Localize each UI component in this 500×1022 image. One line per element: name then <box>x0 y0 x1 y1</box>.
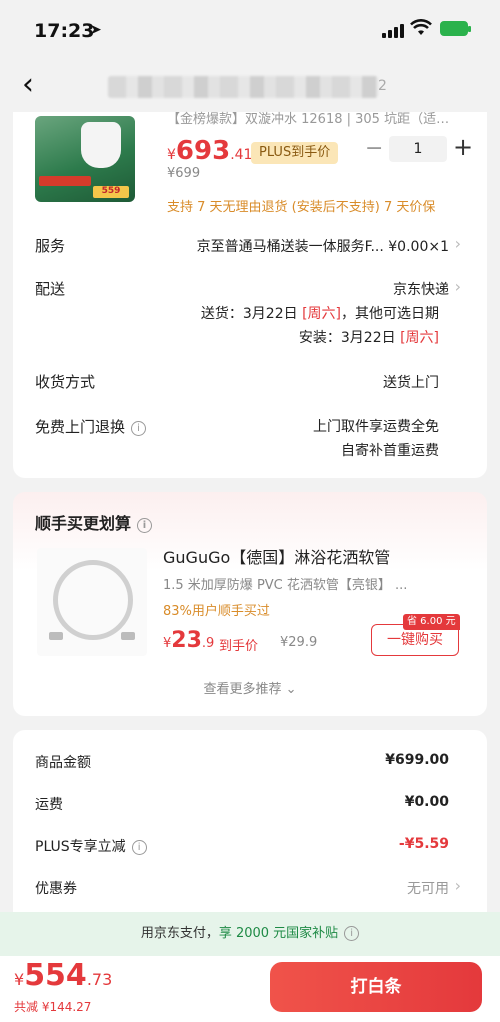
toilet-graphic <box>81 122 121 168</box>
info-icon[interactable]: i <box>344 926 360 941</box>
product-image[interactable]: 559 <box>35 116 135 202</box>
wifi-icon <box>410 19 432 35</box>
ship-day: [周六] <box>302 306 341 322</box>
status-bar: 17:23 ➤ <box>0 0 500 60</box>
ship-date-text: 送货：3月22日 <box>200 306 303 322</box>
service-label: 服务 <box>35 237 66 255</box>
blurred-title-tail: 2 <box>378 78 387 94</box>
ship-date-suffix: ，其他可选日期 <box>341 306 439 322</box>
install-date-text: 安装：3月22日 <box>298 330 401 346</box>
pay-with-baitiao-button[interactable]: 打白条 <box>270 962 482 1012</box>
status-time: 17:23 <box>34 20 95 42</box>
install-day: [周六] <box>400 330 439 346</box>
battery-icon <box>440 21 471 36</box>
shipping-label: 运费 <box>35 797 63 813</box>
delivery-carrier[interactable]: 京东快递 <box>393 279 449 299</box>
shipping-value: ¥0.00 <box>404 794 449 810</box>
goods-amount-label: 商品金额 <box>35 755 91 771</box>
quantity-input[interactable]: 1 <box>389 136 447 162</box>
coupon-label: 优惠券 <box>35 881 77 897</box>
total-saved: 共减 ¥144.27 <box>14 1000 92 1014</box>
plus-discount-text: PLUS专享立减 <box>35 839 126 855</box>
return-policy-note: 支持 7 天无理由退货 (安装后不支持) 7 天价保 <box>167 200 436 215</box>
info-icon[interactable]: i <box>137 518 153 533</box>
free-return-line2: 自寄补首重运费 <box>341 443 439 459</box>
info-icon[interactable]: i <box>131 421 147 436</box>
product-name[interactable]: 【金榜爆款】双漩冲水 12618 | 305 坑距（适… <box>167 108 457 127</box>
promo-price-tag: 559 <box>93 186 129 198</box>
cellular-signal-icon <box>382 24 404 38</box>
subsidy-banner[interactable]: 用京东支付，享 2000 元国家补贴 i <box>0 912 500 956</box>
checkout-bar: ¥554.73 共减 ¥144.27 打白条 <box>0 956 500 1022</box>
back-chevron-icon[interactable]: ‹ <box>22 70 34 100</box>
delivery-label: 配送 <box>35 280 66 298</box>
price-symbol: ¥ <box>167 147 176 163</box>
service-value[interactable]: 京至普通马桶送装一体服务F... ¥0.00×1 <box>197 236 449 256</box>
price-decimal: .41 <box>230 147 253 163</box>
delivery-chevron-icon[interactable]: › <box>455 277 461 296</box>
original-price: ¥699 <box>167 166 201 181</box>
addon-original-price: ¥29.9 <box>280 635 318 650</box>
coupon-chevron-icon[interactable]: › <box>455 876 461 895</box>
delivery-install-date: 安装：3月22日 [周六] <box>299 327 439 347</box>
plus-price-badge: PLUS到手价 <box>251 142 339 164</box>
total-decimal: .73 <box>86 970 113 989</box>
service-chevron-icon[interactable]: › <box>455 234 461 253</box>
addon-title-text: 顺手买更划算 <box>35 514 132 533</box>
more-recommendations-link[interactable]: 查看更多推荐 ⌄ <box>13 678 487 697</box>
addon-popularity-note: 83%用户顺手买过 <box>163 604 270 619</box>
product-price: ¥693.41 <box>167 136 252 166</box>
price-summary-card: 商品金额 ¥699.00 运费 ¥0.00 PLUS专享立减 i -¥5.59 优… <box>13 730 487 930</box>
total-integer: 554 <box>24 958 87 993</box>
addon-price-label: 到手价 <box>219 639 259 654</box>
free-return-label: 免费上门退换 i <box>35 416 147 437</box>
total-price: ¥554.73 <box>14 958 112 993</box>
blurred-title <box>108 76 378 98</box>
plus-discount-value: -¥5.59 <box>398 836 449 852</box>
receive-method-value: 送货上门 <box>383 375 439 391</box>
goods-amount-value: ¥699.00 <box>385 752 449 768</box>
quantity-increase-button[interactable]: + <box>453 133 473 161</box>
total-symbol: ¥ <box>14 970 25 989</box>
price-integer: 693 <box>175 136 231 166</box>
free-return-line1: 上门取件享运费全免 <box>313 419 439 435</box>
location-arrow-icon: ➤ <box>90 22 102 38</box>
order-item-card: 559 【金榜爆款】双漩冲水 12618 | 305 坑距（适… ¥693.41… <box>13 112 487 478</box>
addon-item-subtitle: 1.5 米加厚防爆 PVC 花洒软管【亮银】 ... <box>163 578 408 593</box>
addon-price: ¥23.9 <box>163 628 214 653</box>
delivery-ship-date: 送货：3月22日 [周六]，其他可选日期 <box>201 303 439 323</box>
free-return-text: 免费上门退换 <box>35 418 126 436</box>
subsidy-prefix: 用京东支付， <box>140 926 219 941</box>
hose-end <box>121 632 135 640</box>
hose-graphic <box>53 560 133 640</box>
addon-item-title[interactable]: GuGuGo【德国】淋浴花洒软管 <box>163 544 390 568</box>
addon-title: 顺手买更划算 i <box>35 510 153 534</box>
subsidy-highlight: 享 2000 元国家补贴 <box>218 926 339 941</box>
addon-price-integer: 23 <box>171 628 202 653</box>
coupon-value[interactable]: 无可用 <box>407 878 449 898</box>
hose-product-image[interactable] <box>37 548 147 656</box>
nav-bar: ‹ 2 <box>0 60 500 114</box>
plus-discount-label: PLUS专享立减 i <box>35 836 147 856</box>
hose-end <box>49 632 63 640</box>
addon-price-decimal: .9 <box>201 636 215 651</box>
savings-badge: 省 6.00 元 <box>403 614 460 630</box>
quantity-decrease-button[interactable]: − <box>365 136 383 161</box>
addon-recommend-card: 顺手买更划算 i GuGuGo【德国】淋浴花洒软管 1.5 米加厚防爆 PVC 花… <box>13 492 487 716</box>
receive-method-label: 收货方式 <box>35 373 96 391</box>
promo-tag <box>39 176 91 186</box>
info-icon[interactable]: i <box>131 840 147 855</box>
